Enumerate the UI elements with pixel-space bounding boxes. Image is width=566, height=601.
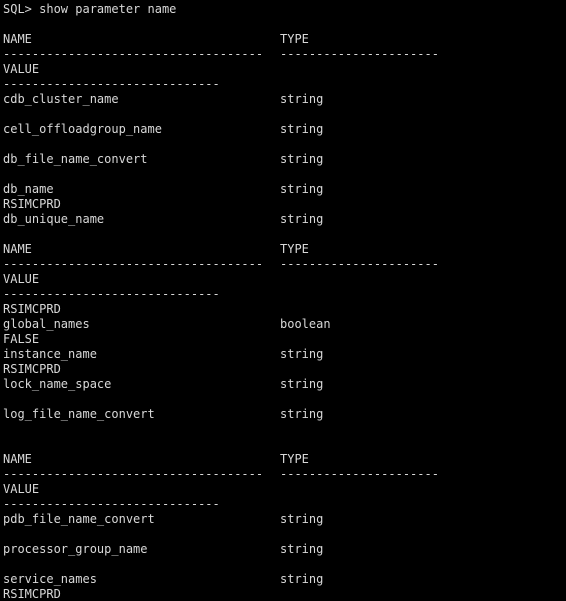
type-column-text: string — [280, 152, 324, 166]
terminal-line: global_names boolean — [3, 317, 331, 332]
terminal-line: RSIMCPRD — [3, 197, 61, 212]
line-text: ------------------------------------ — [3, 467, 264, 481]
terminal-line: lock_name_space string — [3, 377, 323, 392]
line-text: db_file_name_convert — [3, 152, 148, 166]
line-text: cdb_cluster_name — [3, 92, 119, 106]
terminal-line: ------------------------------ — [3, 287, 220, 302]
terminal-line: cell_offloadgroup_name string — [3, 122, 323, 137]
line-text: ------------------------------------ — [3, 257, 264, 271]
terminal-line: NAME TYPE — [3, 242, 309, 257]
terminal-line: RSIMCPRD — [3, 302, 61, 317]
line-text: VALUE — [3, 272, 40, 286]
terminal-line: instance_name string — [3, 347, 323, 362]
terminal-line: NAME TYPE — [3, 32, 309, 47]
terminal-line: db_name string — [3, 182, 323, 197]
type-column-text: ---------------------- — [280, 467, 439, 481]
type-column-text: string — [280, 212, 324, 226]
terminal-line: db_file_name_convert string — [3, 152, 323, 167]
line-text: service_names — [3, 572, 97, 586]
type-column-text: string — [280, 407, 324, 421]
line-text: FALSE — [3, 332, 40, 346]
terminal-line: pdb_file_name_convert string — [3, 512, 323, 527]
line-text: db_name — [3, 182, 54, 196]
line-text: db_unique_name — [3, 212, 105, 226]
terminal-line: ------------------------------------ ----… — [3, 467, 439, 482]
terminal-line: service_names string — [3, 572, 323, 587]
line-text: VALUE — [3, 62, 40, 76]
type-column-text: TYPE — [280, 242, 309, 256]
terminal-line: RSIMCPRD — [3, 587, 61, 601]
type-column-text: string — [280, 572, 324, 586]
type-column-text: string — [280, 182, 324, 196]
line-text: VALUE — [3, 482, 40, 496]
type-column-text: TYPE — [280, 32, 309, 46]
terminal-line: ------------------------------------ ----… — [3, 47, 439, 62]
type-column-text: string — [280, 122, 324, 136]
terminal-line: FALSE — [3, 332, 39, 347]
terminal-line: NAME TYPE — [3, 452, 309, 467]
terminal-line: VALUE — [3, 62, 39, 77]
type-column-text: string — [280, 92, 324, 106]
line-text: cell_offloadgroup_name — [3, 122, 162, 136]
type-column-text: TYPE — [280, 452, 309, 466]
line-text: RSIMCPRD — [3, 197, 61, 211]
line-text: ------------------------------------ — [3, 47, 264, 61]
line-text: NAME — [3, 452, 32, 466]
type-column-text: string — [280, 512, 324, 526]
terminal-line: log_file_name_convert string — [3, 407, 323, 422]
terminal-window[interactable]: SQL> show parameter name NAME TYPE --------… — [0, 0, 566, 601]
line-text: instance_name — [3, 347, 97, 361]
terminal-line: ------------------------------ — [3, 497, 220, 512]
type-column-text: string — [280, 542, 324, 556]
line-text: RSIMCPRD — [3, 302, 61, 316]
terminal-line: processor_group_name string — [3, 542, 323, 557]
terminal-line: ------------------------------ — [3, 77, 220, 92]
line-text: ------------------------------ — [3, 287, 220, 301]
terminal-line: SQL> show parameter name — [3, 2, 176, 17]
type-column-text: string — [280, 347, 324, 361]
type-column-text: ---------------------- — [280, 257, 439, 271]
line-text: NAME — [3, 242, 32, 256]
line-text: RSIMCPRD — [3, 362, 61, 376]
line-text: ------------------------------ — [3, 497, 220, 511]
line-text: NAME — [3, 32, 32, 46]
line-text: processor_group_name — [3, 542, 148, 556]
line-text: SQL> show parameter name — [3, 2, 177, 16]
type-column-text: boolean — [280, 317, 331, 331]
terminal-line: VALUE — [3, 482, 39, 497]
line-text: lock_name_space — [3, 377, 112, 391]
line-text: RSIMCPRD — [3, 587, 61, 601]
line-text: global_names — [3, 317, 90, 331]
type-column-text: ---------------------- — [280, 47, 439, 61]
terminal-line: RSIMCPRD — [3, 362, 61, 377]
line-text: ------------------------------ — [3, 77, 220, 91]
terminal-line: cdb_cluster_name string — [3, 92, 323, 107]
type-column-text: string — [280, 377, 324, 391]
terminal-line: VALUE — [3, 272, 39, 287]
line-text: log_file_name_convert — [3, 407, 155, 421]
terminal-line: db_unique_name string — [3, 212, 323, 227]
line-text: pdb_file_name_convert — [3, 512, 155, 526]
terminal-line: ------------------------------------ ----… — [3, 257, 439, 272]
